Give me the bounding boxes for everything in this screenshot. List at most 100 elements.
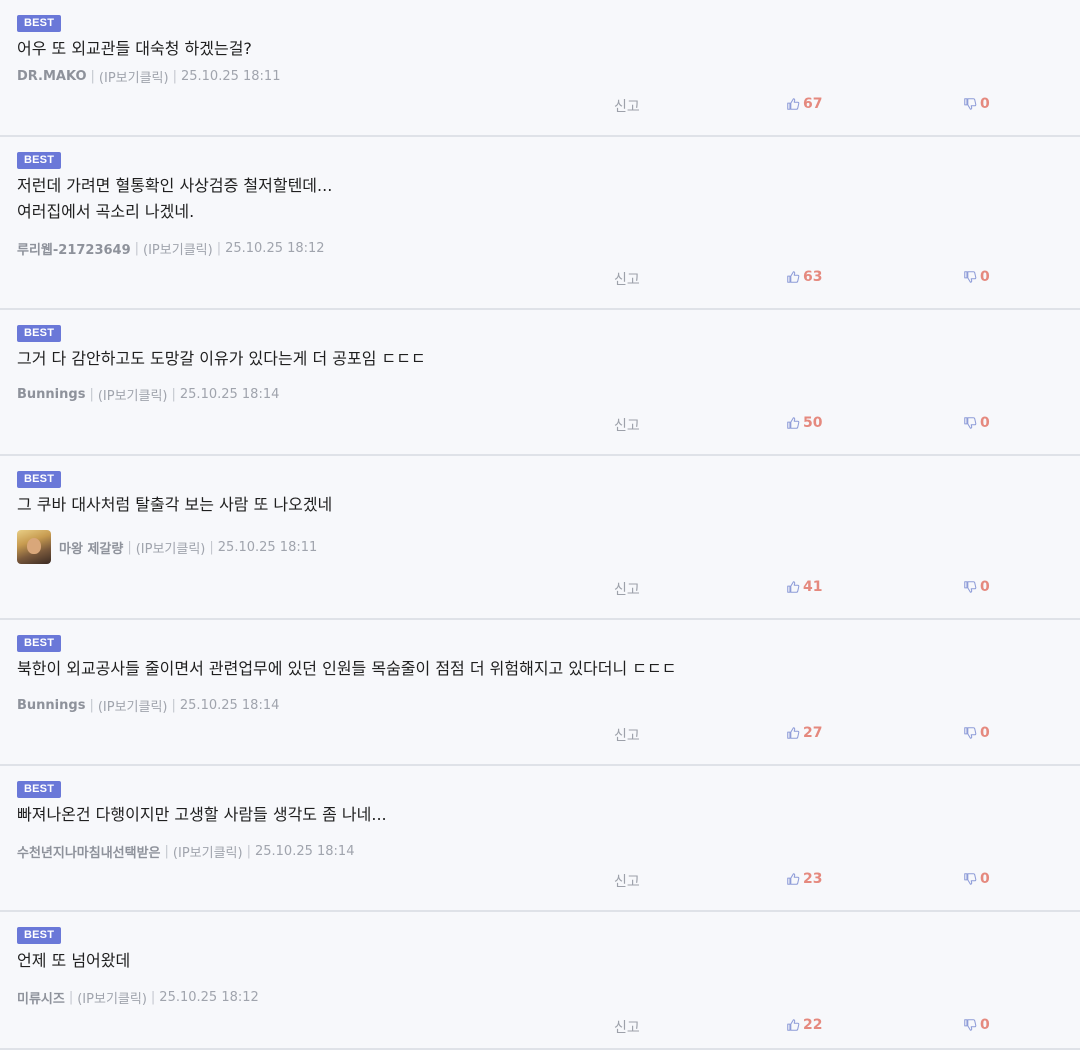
author-name[interactable]: Bunnings xyxy=(17,698,85,713)
author-name[interactable]: 미류시즈 xyxy=(17,988,65,1007)
like-button[interactable]: 67 xyxy=(786,96,822,112)
meta-separator: | xyxy=(171,698,176,713)
comment-meta: 수천년지나마침내선택받은 | (IP보기클릭) | 25.10.25 18:14 xyxy=(17,842,354,861)
thumbs-down-icon xyxy=(964,873,977,885)
like-button[interactable]: 27 xyxy=(786,725,822,741)
comment-text: 그 쿠바 대사처럼 탈출각 보는 사람 또 나오겠네 xyxy=(17,492,332,518)
comment-text-line: 저런데 가려면 혈통확인 사상검증 철저할텐데... xyxy=(17,176,333,195)
report-button[interactable]: 신고 xyxy=(614,1017,640,1037)
like-count: 22 xyxy=(803,1017,823,1033)
like-button[interactable]: 41 xyxy=(786,579,822,595)
best-badge: BEST xyxy=(17,152,62,169)
thumbs-down-icon xyxy=(964,417,977,429)
comment-actions: 신고 50 0 xyxy=(0,415,1080,435)
meta-separator: | xyxy=(68,990,74,1005)
like-button[interactable]: 22 xyxy=(786,1017,822,1033)
meta-separator: | xyxy=(246,844,251,859)
comment-text: 언제 또 넘어왔데 xyxy=(17,948,130,974)
like-button[interactable]: 50 xyxy=(786,415,822,431)
comment-actions: 신고 41 0 xyxy=(0,579,1080,599)
like-count: 63 xyxy=(803,269,823,285)
report-button[interactable]: 신고 xyxy=(614,725,640,745)
best-badge: BEST xyxy=(17,325,62,342)
author-name[interactable]: 수천년지나마침내선택받은 xyxy=(17,842,161,861)
ip-view-link[interactable]: (IP보기클릭) xyxy=(98,696,168,715)
comment-text-line: 그거 다 감안하고도 도망갈 이유가 있다는게 더 공포임 ㄷㄷㄷ xyxy=(17,349,426,368)
thumbs-down-icon xyxy=(964,581,977,593)
comment-text: 어우 또 외교관들 대숙청 하겠는걸? xyxy=(17,36,252,62)
dislike-button[interactable]: 0 xyxy=(963,579,990,595)
comment-text-line: 북한이 외교공사들 줄이면서 관련업무에 있던 인원들 목숨줄이 점점 더 위험… xyxy=(17,659,677,678)
ip-view-link[interactable]: (IP보기클릭) xyxy=(77,988,147,1007)
report-button[interactable]: 신고 xyxy=(614,415,640,435)
comment-datetime: 25.10.25 18:12 xyxy=(159,990,259,1005)
comment-actions: 신고 63 0 xyxy=(0,269,1080,289)
meta-separator: | xyxy=(89,387,94,402)
author-name[interactable]: Bunnings xyxy=(17,387,85,402)
comment-text-line: 언제 또 넘어왔데 xyxy=(17,951,131,970)
best-badge: BEST xyxy=(17,781,62,798)
meta-separator: | xyxy=(216,241,222,256)
comment-item: BEST 어우 또 외교관들 대숙청 하겠는걸? DR.MAKO | (IP보기… xyxy=(0,0,1080,137)
comment-text-line: 빠져나온건 다행이지만 고생할 사람들 생각도 좀 나네... xyxy=(17,805,387,824)
dislike-button[interactable]: 0 xyxy=(963,269,990,285)
thumbs-up-icon xyxy=(787,271,800,283)
meta-separator: | xyxy=(164,844,169,859)
like-button[interactable]: 23 xyxy=(786,871,822,887)
dislike-button[interactable]: 0 xyxy=(963,725,990,741)
comment-item: BEST 빠져나온건 다행이지만 고생할 사람들 생각도 좀 나네... 수천년… xyxy=(0,766,1080,912)
comment-meta: DR.MAKO | (IP보기클릭) | 25.10.25 18:11 xyxy=(17,67,280,86)
comment-meta: 마왕 제갈량 | (IP보기클릭) | 25.10.25 18:11 xyxy=(17,530,317,564)
user-avatar[interactable] xyxy=(17,530,51,564)
thumbs-up-icon xyxy=(787,98,800,110)
like-button[interactable]: 63 xyxy=(786,269,822,285)
comment-text-line: 그 쿠바 대사처럼 탈출각 보는 사람 또 나오겠네 xyxy=(17,495,333,514)
thumbs-up-icon xyxy=(787,417,800,429)
author-name[interactable]: 루리웹-21723649 xyxy=(17,239,131,258)
dislike-count: 0 xyxy=(980,415,990,431)
comment-text-line: 여러집에서 곡소리 나겠네. xyxy=(17,202,195,221)
ip-view-link[interactable]: (IP보기클릭) xyxy=(173,842,243,861)
comment-actions: 신고 23 0 xyxy=(0,871,1080,891)
best-comment-list: BEST 어우 또 외교관들 대숙청 하겠는걸? DR.MAKO | (IP보기… xyxy=(0,0,1080,1050)
ip-view-link[interactable]: (IP보기클릭) xyxy=(98,385,168,404)
author-name[interactable]: DR.MAKO xyxy=(17,69,87,84)
like-count: 41 xyxy=(803,579,823,595)
dislike-count: 0 xyxy=(980,579,990,595)
ip-view-link[interactable]: (IP보기클릭) xyxy=(136,538,206,557)
report-button[interactable]: 신고 xyxy=(614,96,640,116)
meta-separator: | xyxy=(134,241,140,256)
comment-datetime: 25.10.25 18:14 xyxy=(179,387,280,402)
comment-meta: 미류시즈 | (IP보기클릭) | 25.10.25 18:12 xyxy=(17,988,259,1007)
report-button[interactable]: 신고 xyxy=(614,269,640,289)
comment-item: BEST 그거 다 감안하고도 도망갈 이유가 있다는게 더 공포임 ㄷㄷㄷ B… xyxy=(0,310,1080,456)
dislike-button[interactable]: 0 xyxy=(963,96,990,112)
dislike-button[interactable]: 0 xyxy=(963,1017,990,1033)
dislike-count: 0 xyxy=(980,269,990,285)
thumbs-up-icon xyxy=(787,1019,800,1031)
meta-separator: | xyxy=(172,69,177,84)
thumbs-down-icon xyxy=(964,271,977,283)
meta-separator: | xyxy=(90,69,95,84)
meta-separator: | xyxy=(127,539,132,555)
dislike-count: 0 xyxy=(980,725,990,741)
comment-text: 저런데 가려면 혈통확인 사상검증 철저할텐데... 여러집에서 곡소리 나겠네. xyxy=(17,173,332,225)
meta-separator: | xyxy=(171,387,176,402)
like-count: 50 xyxy=(803,415,823,431)
thumbs-up-icon xyxy=(787,727,800,739)
dislike-button[interactable]: 0 xyxy=(963,871,990,887)
author-name[interactable]: 마왕 제갈량 xyxy=(59,538,123,557)
thumbs-up-icon xyxy=(787,581,800,593)
ip-view-link[interactable]: (IP보기클릭) xyxy=(143,239,213,258)
ip-view-link[interactable]: (IP보기클릭) xyxy=(99,67,169,86)
best-badge: BEST xyxy=(17,635,62,652)
comment-meta: Bunnings | (IP보기클릭) | 25.10.25 18:14 xyxy=(17,696,279,715)
comment-item: BEST 북한이 외교공사들 줄이면서 관련업무에 있던 인원들 목숨줄이 점점… xyxy=(0,620,1080,766)
report-button[interactable]: 신고 xyxy=(614,871,640,891)
comment-datetime: 25.10.25 18:12 xyxy=(225,241,325,256)
report-button[interactable]: 신고 xyxy=(614,579,640,599)
thumbs-down-icon xyxy=(964,1019,977,1031)
dislike-button[interactable]: 0 xyxy=(963,415,990,431)
comment-item: BEST 저런데 가려면 혈통확인 사상검증 철저할텐데... 여러집에서 곡소리… xyxy=(0,137,1080,310)
comment-item: BEST 언제 또 넘어왔데 미류시즈 | (IP보기클릭) | 25.10.2… xyxy=(0,912,1080,1050)
